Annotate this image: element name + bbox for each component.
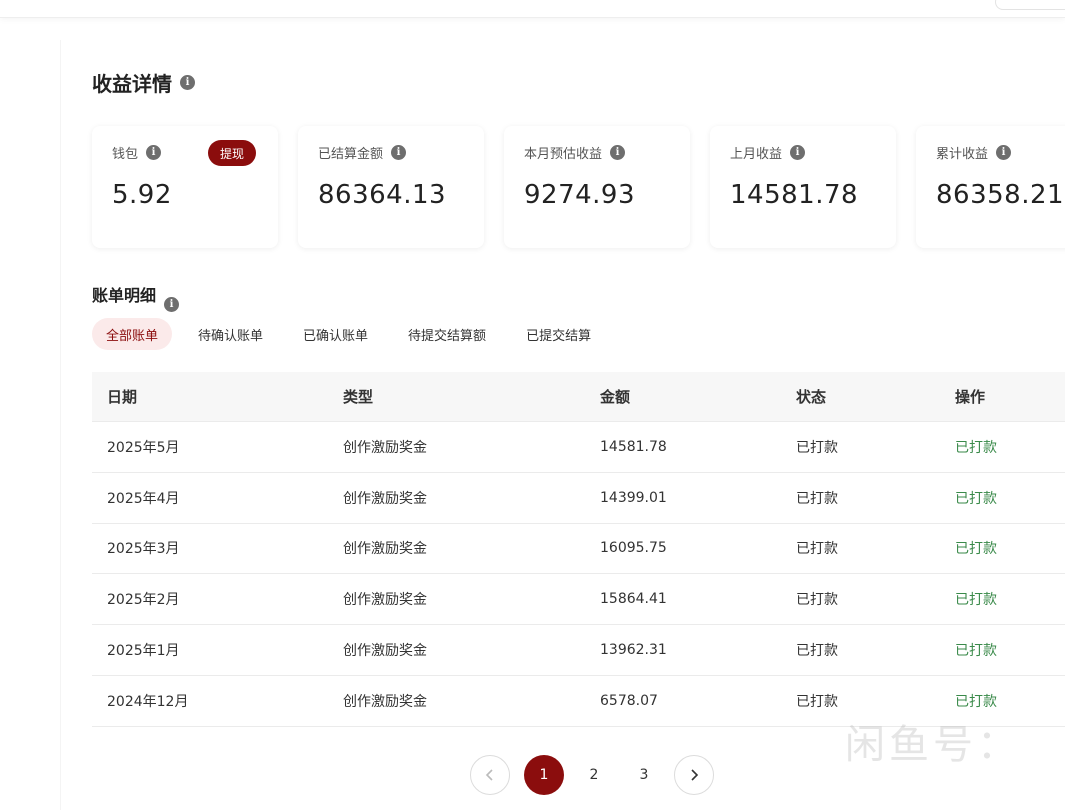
cell-amount: 13962.31: [600, 642, 667, 659]
info-icon[interactable]: i: [391, 145, 407, 160]
cell-date: 2025年4月: [107, 490, 180, 507]
total-earnings-value: 86358.21: [936, 180, 1065, 210]
table-row: 2025年1月 创作激励奖金 13962.31 已打款 已打款: [92, 625, 1065, 676]
table-row: 2025年2月 创作激励奖金 15864.41 已打款 已打款: [92, 574, 1065, 626]
column-header-type: 类型: [343, 388, 374, 406]
cell-date: 2025年1月: [107, 643, 180, 660]
cell-amount: 16095.75: [600, 540, 667, 557]
column-header-status: 状态: [796, 388, 827, 406]
cell-amount: 14399.01: [600, 489, 667, 506]
last-month-value: 14581.78: [730, 180, 859, 210]
card-label: 已结算金额 i: [318, 143, 407, 162]
pagination-page-current[interactable]: 1: [524, 755, 564, 795]
table-header: 日期 类型 金额 状态 操作: [92, 372, 1065, 422]
total-earnings-card: 累计收益 i 86358.21: [916, 126, 1065, 248]
last-month-card: 上月收益 i 14581.78: [710, 126, 896, 248]
cell-status: 已打款: [796, 592, 838, 609]
withdraw-button[interactable]: 提现: [208, 140, 256, 166]
tab-all-bills[interactable]: 全部账单: [92, 318, 173, 350]
pagination-page[interactable]: 3: [624, 755, 664, 795]
cell-amount: 15864.41: [600, 591, 667, 608]
table-row: 2025年5月 创作激励奖金 14581.78 已打款 已打款: [92, 422, 1065, 473]
bill-tabs: 全部账单 待确认账单 已确认账单 待提交结算额 已提交结算: [92, 318, 605, 350]
tab-submitted-settlement[interactable]: 已提交结算: [512, 318, 605, 350]
cell-action[interactable]: 已打款: [955, 640, 1055, 660]
chevron-right-icon: [691, 769, 699, 781]
wallet-card: 钱包 i 提现 5.92: [92, 126, 278, 248]
cell-date: 2025年5月: [107, 439, 180, 456]
pagination-next-button[interactable]: [674, 755, 714, 795]
chevron-left-icon: [485, 769, 493, 781]
info-icon[interactable]: i: [180, 75, 195, 90]
top-bar-control[interactable]: [995, 0, 1065, 10]
cell-type: 创作激励奖金: [343, 693, 427, 710]
monthly-estimate-value: 9274.93: [524, 180, 636, 210]
column-header-date: 日期: [107, 388, 138, 406]
table-row: 2024年12月 创作激励奖金 6578.07 已打款 已打款: [92, 676, 1065, 727]
cell-type: 创作激励奖金: [343, 592, 427, 609]
cell-amount: 6578.07: [600, 692, 658, 709]
cell-type: 创作激励奖金: [343, 643, 427, 660]
cell-status: 已打款: [796, 643, 838, 660]
column-header-action: 操作: [955, 388, 986, 406]
bills-section-title: 账单明细 i: [92, 282, 180, 312]
cell-date: 2025年3月: [107, 541, 180, 558]
card-label-text: 累计收益: [936, 147, 989, 162]
cell-action[interactable]: 已打款: [955, 437, 1055, 457]
card-label-text: 钱包: [112, 147, 139, 162]
cell-status: 已打款: [796, 490, 838, 507]
summary-cards: 钱包 i 提现 5.92 已结算金额 i 86364.13 本月预估收益 i 9…: [92, 126, 1065, 248]
info-icon[interactable]: i: [164, 297, 180, 312]
cell-type: 创作激励奖金: [343, 541, 427, 558]
page-title-text: 收益详情: [92, 72, 172, 96]
card-label-text: 上月收益: [730, 147, 783, 162]
tab-pending-settlement[interactable]: 待提交结算额: [394, 318, 500, 350]
cell-date: 2024年12月: [107, 693, 189, 710]
cell-status: 已打款: [796, 439, 838, 456]
cell-status: 已打款: [796, 541, 838, 558]
bills-title-text: 账单明细: [92, 286, 157, 305]
cell-action[interactable]: 已打款: [955, 488, 1055, 508]
cell-type: 创作激励奖金: [343, 439, 427, 456]
card-label: 累计收益 i: [936, 143, 1012, 162]
cell-amount: 14581.78: [600, 438, 667, 455]
tab-pending-confirm[interactable]: 待确认账单: [184, 318, 277, 350]
table-row: 2025年3月 创作激励奖金 16095.75 已打款 已打款: [92, 524, 1065, 575]
column-header-amount: 金额: [600, 388, 631, 406]
settled-amount-card: 已结算金额 i 86364.13: [298, 126, 484, 248]
top-bar: [0, 0, 1065, 18]
card-label-text: 本月预估收益: [524, 147, 603, 162]
cell-action[interactable]: 已打款: [955, 589, 1055, 609]
cell-action[interactable]: 已打款: [955, 538, 1055, 558]
wallet-value: 5.92: [112, 180, 172, 210]
card-label: 钱包 i: [112, 143, 162, 162]
settled-amount-value: 86364.13: [318, 180, 447, 210]
table-row: 2025年4月 创作激励奖金 14399.01 已打款 已打款: [92, 473, 1065, 524]
info-icon[interactable]: i: [610, 145, 626, 160]
cell-date: 2025年2月: [107, 592, 180, 609]
tab-confirmed[interactable]: 已确认账单: [289, 318, 382, 350]
pagination: 1 2 3: [470, 755, 714, 795]
card-label: 上月收益 i: [730, 143, 806, 162]
monthly-estimate-card: 本月预估收益 i 9274.93: [504, 126, 690, 248]
card-label-text: 已结算金额: [318, 147, 384, 162]
page-title: 收益详情 i: [92, 68, 195, 97]
cell-action[interactable]: 已打款: [955, 691, 1055, 711]
card-label: 本月预估收益 i: [524, 143, 626, 162]
info-icon[interactable]: i: [790, 145, 806, 160]
bills-table: 日期 类型 金额 状态 操作 2025年5月 创作激励奖金 14581.78 已…: [92, 372, 1065, 727]
pagination-prev-button[interactable]: [470, 755, 510, 795]
info-icon[interactable]: i: [996, 145, 1012, 160]
cell-type: 创作激励奖金: [343, 490, 427, 507]
info-icon[interactable]: i: [146, 145, 162, 160]
pagination-page[interactable]: 2: [574, 755, 614, 795]
cell-status: 已打款: [796, 693, 838, 710]
